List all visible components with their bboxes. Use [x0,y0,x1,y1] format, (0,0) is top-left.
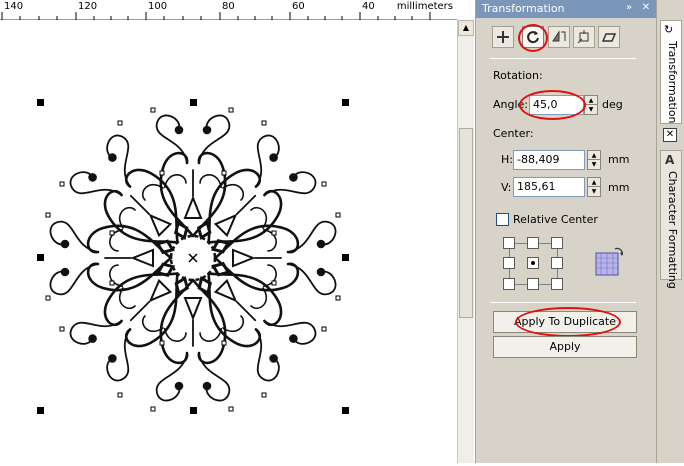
divider [490,302,636,303]
anchor-middle-left[interactable] [503,257,515,269]
center-label: Center: [493,127,534,140]
anchor-bottom-right[interactable] [551,278,563,290]
close-icon[interactable]: ✕ [639,1,653,15]
scroll-thumb[interactable] [459,128,473,318]
relative-center-label: Relative Center [513,213,598,226]
spin-down-icon[interactable]: ▼ [588,160,600,169]
transformation-panel: Transformation » ✕ Rotation: Angle: 45,0… [475,0,657,463]
mirror-icon [552,30,566,42]
spin-up-icon[interactable]: ▲ [585,96,597,105]
spin-up-icon[interactable]: ▲ [588,178,600,187]
angle-label: Angle: [493,98,529,111]
relative-center-checkbox[interactable] [496,213,509,226]
v-label: V: [501,181,512,194]
spin-up-icon[interactable]: ▲ [588,151,600,160]
skew-tool-button[interactable] [598,26,620,48]
ornament-drawing[interactable] [0,21,457,463]
apply-button[interactable]: Apply [493,336,637,358]
skew-icon [601,33,617,42]
anchor-top-right[interactable] [551,237,563,249]
move-icon [497,31,509,43]
rotate-icon [527,31,539,44]
selection-handles [37,99,349,414]
h-spinner[interactable]: ▲ ▼ [587,150,601,170]
horizontal-ruler[interactable]: 140 120 100 80 60 40 millimeters [0,0,457,20]
h-position-input[interactable]: -88,409 [513,150,585,170]
anchor-middle-right[interactable] [551,257,563,269]
spin-down-icon[interactable]: ▼ [585,105,597,114]
transform-preview-icon [595,247,623,276]
spin-down-icon[interactable]: ▼ [588,187,600,196]
drawing-canvas[interactable] [0,21,457,463]
vertical-scrollbar[interactable]: ▲ [457,20,474,463]
tab-character-formatting-label: Character Formatting [666,171,679,289]
rotation-label: Rotation: [493,69,543,82]
anchor-center[interactable] [527,257,539,269]
apply-to-duplicate-button[interactable]: Apply To Duplicate [493,311,637,333]
size-icon [577,30,589,44]
v-spinner[interactable]: ▲ ▼ [587,177,601,197]
transform-tab-icon: ↻ [664,23,674,36]
h-label: H: [501,153,513,166]
anchor-bottom-center[interactable] [527,278,539,290]
anchor-bottom-left[interactable] [503,278,515,290]
position-tool-button[interactable] [492,26,514,48]
tab-transformation[interactable]: ↻ Transformation [660,20,682,124]
angle-spinner[interactable]: ▲ ▼ [584,95,598,115]
scale-mirror-tool-button[interactable] [548,26,570,48]
v-unit: mm [608,181,630,194]
anchor-top-left[interactable] [503,237,515,249]
tab-transformation-label: Transformation [666,41,679,124]
close-docker-icon[interactable]: ✕ [663,128,677,142]
angle-unit: deg [602,98,623,111]
panel-header: Transformation » ✕ [476,0,657,18]
character-tab-icon: A [665,153,675,167]
rotate-tool-button[interactable] [522,26,544,48]
divider [490,58,636,59]
size-tool-button[interactable] [573,26,595,48]
docker-tabs-sidebar: ↻ Transformation ✕ A Character Formattin… [656,0,684,463]
anchor-top-center[interactable] [527,237,539,249]
scroll-up-icon[interactable]: ▲ [458,20,474,36]
collapse-icon[interactable]: » [622,1,636,15]
angle-input[interactable]: 45,0 [529,95,584,115]
h-unit: mm [608,153,630,166]
tab-character-formatting[interactable]: A Character Formatting [660,150,682,289]
ruler-tick-marks [1,12,431,20]
panel-title: Transformation [482,2,565,15]
v-position-input[interactable]: 185,61 [513,177,585,197]
